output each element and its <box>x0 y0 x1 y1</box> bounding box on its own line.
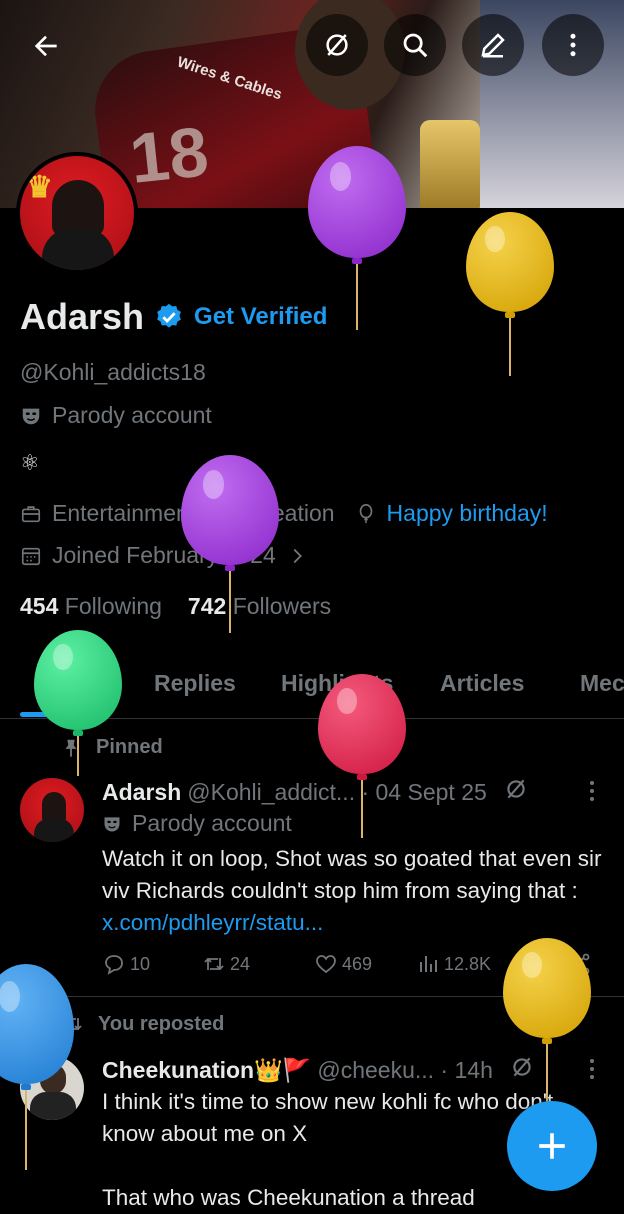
share-button[interactable] <box>568 952 592 976</box>
parody-mask-icon <box>22 408 40 424</box>
bookmark-icon <box>529 954 543 975</box>
post-header: Cheekunation👑🚩 @cheeku... · 14h <box>102 1054 535 1086</box>
grok-icon[interactable] <box>503 776 529 808</box>
post-parody-text: Parody account <box>132 810 292 836</box>
post-link[interactable]: x.com/pdhleyrr/statu... <box>102 910 323 935</box>
back-arrow-icon <box>34 35 57 57</box>
repost-count: 24 <box>230 953 251 974</box>
pinned-label: Pinned <box>60 736 163 759</box>
profile-name-row: Adarsh Get Verified <box>20 296 327 338</box>
post-author-name[interactable]: Adarsh <box>102 779 181 806</box>
active-tab-indicator <box>20 712 111 717</box>
like-count: 469 <box>342 953 373 974</box>
profile-handle: @Kohli_addicts18 <box>20 359 206 385</box>
repost-icon <box>62 1017 82 1031</box>
reply-count: 10 <box>130 953 151 974</box>
avatar-image: ♛ <box>20 156 134 270</box>
share-icon <box>570 953 590 975</box>
repost-button[interactable]: 24 <box>202 952 250 976</box>
tab-posts[interactable]: Posts <box>34 670 97 697</box>
following-label: Following <box>64 593 162 619</box>
views-button[interactable]: 12.8K <box>416 952 491 976</box>
reply-icon <box>105 955 123 975</box>
joined-row[interactable]: Joined February 2024 <box>20 542 308 569</box>
birthday-link[interactable]: Happy birthday! <box>387 500 548 527</box>
following-stat[interactable]: 454 Following <box>20 593 162 620</box>
grok-button[interactable] <box>306 14 368 76</box>
plus-icon <box>539 1133 565 1159</box>
like-button[interactable]: 469 <box>314 952 372 976</box>
profile-bio: ⚛ <box>20 450 40 475</box>
calendar-icon <box>21 547 41 565</box>
new-post-button[interactable] <box>507 1101 597 1191</box>
post-handle-time: @cheeku... · 14h <box>317 1056 493 1083</box>
reply-button[interactable]: 10 <box>102 952 150 976</box>
get-verified-link[interactable]: Get Verified <box>194 303 327 331</box>
profile-meta-row: Entertainment & Recreation Happy birthda… <box>20 500 548 527</box>
heart-icon <box>316 955 336 974</box>
banner-jersey-number: 18 <box>126 112 212 198</box>
compose-button[interactable] <box>462 14 524 76</box>
post-text-continued: That who was Cheekunation a thread <box>102 1185 475 1210</box>
rcb-crest-icon: ♛ <box>26 171 53 204</box>
profile-name: Adarsh <box>20 296 145 337</box>
profile-tabs: Posts Replies Highlights Articles Mec <box>0 660 624 719</box>
followers-label: Followers <box>232 593 332 619</box>
followers-stat[interactable]: 742 Followers <box>188 593 331 620</box>
post-actions: 10 24 469 12.8K <box>102 952 602 982</box>
profile-avatar[interactable]: ♛ <box>16 152 138 274</box>
post-parody-label: Parody account <box>102 810 292 837</box>
repost-icon <box>204 957 224 971</box>
views-icon <box>420 956 437 972</box>
joined-date: Joined February 2024 <box>52 542 276 568</box>
views-count: 12.8K <box>444 953 492 974</box>
post-author-avatar[interactable] <box>20 778 84 842</box>
post-author-name[interactable]: Cheekunation👑🚩 <box>102 1057 311 1084</box>
compose-icon <box>481 33 505 58</box>
more-options-button[interactable] <box>542 14 604 76</box>
chevron-right-icon <box>293 548 302 563</box>
balloon-icon <box>359 503 372 523</box>
bookmark-button[interactable] <box>524 952 548 976</box>
post-author-avatar[interactable] <box>20 1056 84 1120</box>
pinned-text: Pinned <box>96 736 163 758</box>
search-button[interactable] <box>384 14 446 76</box>
parody-mask-icon <box>104 816 120 831</box>
pin-icon <box>65 739 77 757</box>
follow-stats: 454 Following 742 Followers <box>20 593 331 620</box>
grok-icon[interactable] <box>509 1054 535 1086</box>
tab-highlights[interactable]: Highlights <box>281 670 393 697</box>
tab-replies[interactable]: Replies <box>154 670 236 697</box>
post-more-icon[interactable] <box>582 776 602 806</box>
profile-category: Entertainment & Recreation <box>52 500 335 526</box>
post-text: Watch it on loop, Shot was so goated tha… <box>102 843 602 939</box>
briefcase-icon <box>21 505 41 522</box>
tab-media[interactable]: Mec <box>580 670 624 697</box>
more-vertical-icon <box>570 33 576 57</box>
post-header: Adarsh @Kohli_addict... · 04 Sept 25 <box>102 776 529 808</box>
post-handle-time: @Kohli_addict... · 04 Sept 25 <box>187 778 487 805</box>
post-divider <box>0 996 624 997</box>
parody-account-label: Parody account <box>20 402 212 429</box>
reposted-text: You reposted <box>98 1012 225 1035</box>
banner-trophy <box>420 120 480 208</box>
reposted-label: You reposted <box>60 1012 224 1036</box>
following-count: 454 <box>20 593 59 619</box>
tab-articles[interactable]: Articles <box>440 670 524 697</box>
verified-badge-icon[interactable] <box>154 302 184 332</box>
post-more-icon[interactable] <box>582 1054 602 1084</box>
followers-count: 742 <box>187 593 227 619</box>
parody-text: Parody account <box>52 402 212 428</box>
birthday-balloon <box>466 212 554 376</box>
grok-icon <box>326 34 348 56</box>
back-button[interactable] <box>20 20 72 72</box>
post-body: Watch it on loop, Shot was so goated tha… <box>102 846 602 903</box>
search-icon <box>403 33 428 58</box>
